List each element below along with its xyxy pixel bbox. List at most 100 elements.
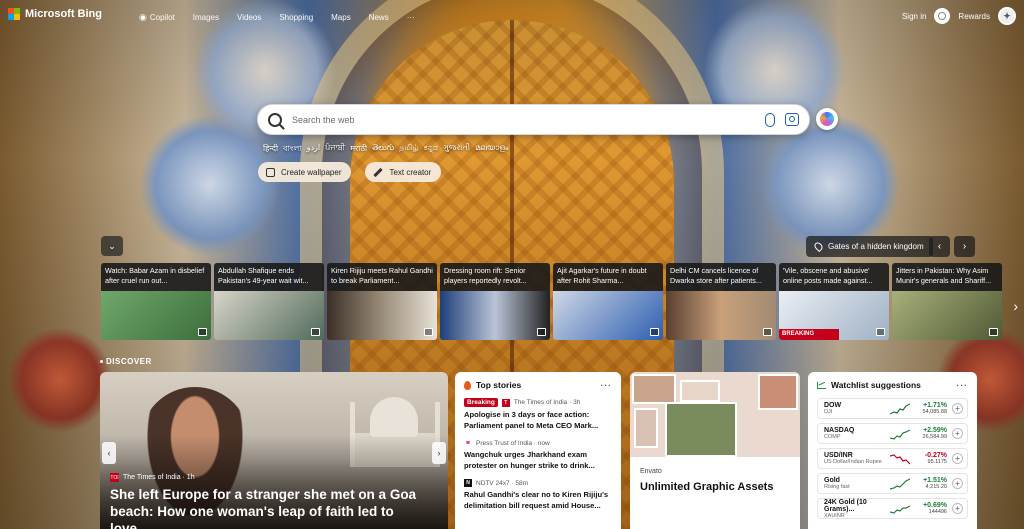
news-card-title: Abdullah Shafique ends Pakistan's 49-yea… [214,263,324,291]
source-text: The Times of India · 1h [123,474,195,481]
breaking-badge: Breaking [464,398,498,407]
bing-logo[interactable]: Microsoft Bing [8,8,102,20]
news-card[interactable]: Delhi CM cancels licence of Dwarka store… [666,263,776,340]
news-card-title: Kiren Rijiju meets Rahul Gandhi to break… [327,263,437,291]
chevron-right-icon[interactable]: › [1013,298,1018,314]
collapse-feed-button[interactable]: ⌄ [101,236,123,256]
more-icon: ··· [406,13,415,22]
nav-more[interactable]: ··· [398,12,424,23]
more-options-icon[interactable]: ··· [601,380,613,390]
add-to-watchlist-button[interactable]: + [952,403,963,414]
nav-news[interactable]: News [360,12,398,23]
nav-label: Shopping [279,13,314,22]
language-link[interactable]: தமிழ் [399,143,419,156]
news-card-title: Watch: Babar Azam in disbelief after cru… [101,263,211,291]
stock-row[interactable]: NASDAQ COMP +2.59% 26,584.99 + [817,423,968,444]
text-creator-button[interactable]: Text creator [365,162,442,182]
story-source: Press Trust of India · now [476,439,550,447]
language-link[interactable]: ਪੰਜਾਬੀ [325,143,345,156]
prev-image-button[interactable]: ‹ [929,236,950,257]
microphone-icon[interactable] [765,112,775,127]
carousel-prev-button[interactable]: ‹ [102,442,116,464]
news-card[interactable]: 'Vile, obscene and abusive' online posts… [779,263,889,340]
next-image-button[interactable]: › [954,236,975,257]
more-options-icon[interactable]: ··· [957,380,969,390]
nav-label: News [368,13,389,22]
create-wallpaper-button[interactable]: Create wallpaper [258,162,352,182]
language-link[interactable]: ગુજરાતી [443,143,470,156]
sign-in-link[interactable]: Sign in [902,12,926,21]
add-to-watchlist-button[interactable]: + [952,478,963,489]
story-source: The Times of India · 3h [513,399,581,406]
carousel-next-button[interactable]: › [432,442,446,464]
stock-row[interactable]: Gold Rising fast +1.51% 4,215.20 + [817,473,968,494]
ad-title: Unlimited Graphic Assets [640,481,774,493]
stock-symbol: Gold [824,477,840,484]
news-card[interactable]: Ajit Agarkar's future in doubt after Roh… [553,263,663,340]
story-item[interactable]: Breaking T The Times of India · 3h Apologi… [464,398,612,431]
language-link[interactable]: मराठी [350,143,367,156]
video-icon [763,328,772,336]
news-card-image [214,291,324,340]
quick-actions: Create wallpaper Text creator [258,162,442,182]
video-icon [537,328,546,336]
wallpaper-icon [266,167,275,177]
nav-shopping[interactable]: Shopping [270,12,322,23]
user-icon [938,12,947,20]
nav-copilot[interactable]: ◉ Copilot [130,12,184,23]
news-card[interactable]: Dressing room rift: Senior players repor… [440,263,550,340]
nav-menu: ◉ Copilot Images Videos Shopping Maps New… [130,12,424,23]
location-pin-icon [812,240,825,253]
panel-title: Top stories [476,380,522,390]
copilot-button[interactable] [816,108,838,130]
visual-search-icon[interactable] [785,113,799,126]
news-card[interactable]: Abdullah Shafique ends Pakistan's 49-yea… [214,263,324,340]
sparkline [890,504,910,514]
watchlist-panel: Watchlist suggestions ··· DOW DJI +1.71% 54… [808,372,977,529]
nav-videos[interactable]: Videos [228,12,270,23]
news-card[interactable]: Kiren Rijiju meets Rahul Gandhi to break… [327,263,437,340]
nav-images[interactable]: Images [184,12,228,23]
hero-article[interactable]: ‹ › TOI The Times of India · 1h She left … [100,372,448,529]
stock-row[interactable]: 24K Gold (10 Grams)... XAUINR +0.69% 14449… [817,498,968,519]
add-to-watchlist-button[interactable]: + [952,453,963,464]
nav-maps[interactable]: Maps [322,12,360,23]
stock-symbol: USD/INR [824,452,853,459]
search-input[interactable] [292,114,765,125]
language-link[interactable]: اردو [307,143,321,156]
avatar[interactable] [934,8,951,24]
language-link[interactable]: বাংলা [283,143,302,156]
stock-price: 26,584.99 [922,434,947,440]
story-item[interactable]: N NDTV 24x7 · 58m Rahul Gandhi's clear no… [464,479,612,511]
language-link[interactable]: ಕನ್ನಡ [424,143,438,156]
nav-label: Images [192,13,219,22]
news-card-image [101,291,211,340]
news-card-image [440,291,550,340]
story-item[interactable]: ≋ Press Trust of India · now Wangchuk urg… [464,439,612,471]
search-icon [268,112,282,127]
video-icon [989,328,998,336]
add-to-watchlist-button[interactable]: + [952,428,963,439]
ad-card[interactable]: Envato Unlimited Graphic Assets [630,372,800,529]
language-link[interactable]: हिन्दी [263,143,278,156]
add-to-watchlist-button[interactable]: + [952,503,963,514]
image-caption[interactable]: Gates of a hidden kingdom [806,236,933,257]
stock-symbol: DOW [824,402,842,409]
rewards-icon[interactable]: ✦ [998,7,1016,25]
rewards-link[interactable]: Rewards [958,12,990,21]
stock-row[interactable]: DOW DJI +1.71% 54,085.88 + [817,398,968,419]
stock-row[interactable]: USD/INR US Dollar/Indian Rupee -0.27% 95.1… [817,448,968,469]
video-icon [650,328,659,336]
news-card[interactable]: Watch: Babar Azam in disbelief after cru… [101,263,211,340]
news-card[interactable]: Jitters in Pakistan: Why Asim Munir's ge… [892,263,1002,340]
news-strip: Watch: Babar Azam in disbelief after cru… [101,263,1002,340]
flame-icon [464,380,471,390]
hero-title[interactable]: She left Europe for a stranger she met o… [110,486,435,529]
language-link[interactable]: മലയാളം [475,143,508,156]
pti-logo-icon: ≋ [465,440,471,446]
language-link[interactable]: తెలుగు [372,143,394,156]
sparkline [890,453,910,464]
times-of-india-logo-icon: TOI [110,473,119,482]
news-card-title: Ajit Agarkar's future in doubt after Roh… [553,263,663,291]
sparkline [890,428,910,440]
